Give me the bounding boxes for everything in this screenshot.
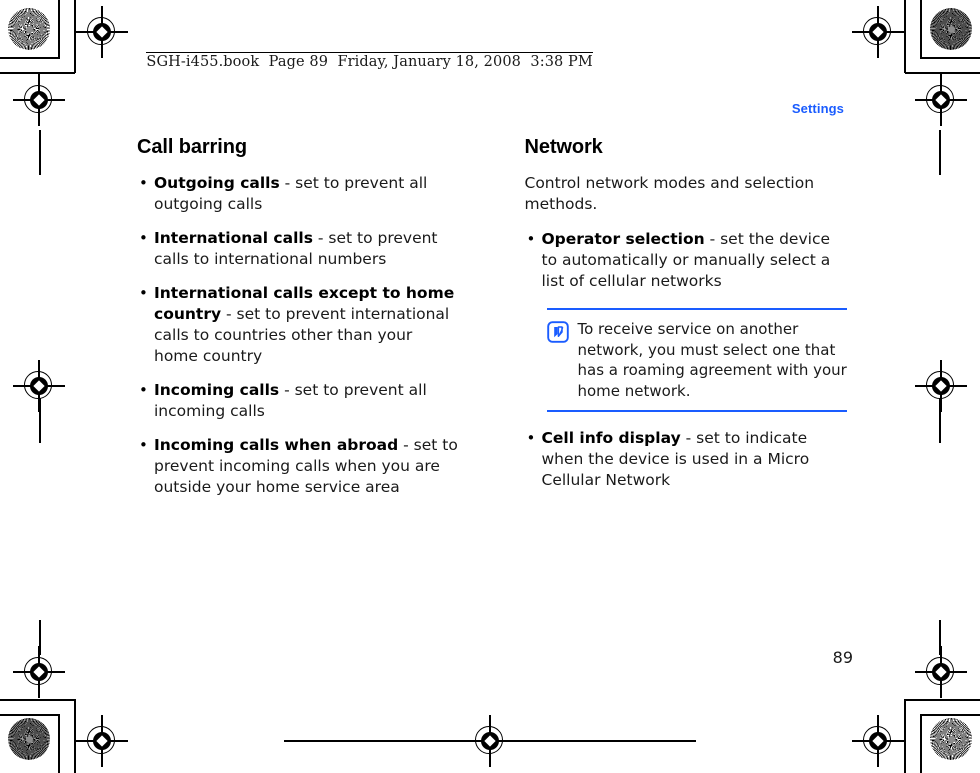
trim-tick-left-upper <box>39 130 41 175</box>
registration-mark-top-left-inner <box>13 74 65 126</box>
column-network: Network Control network modes and select… <box>524 136 848 498</box>
registration-mark-bottom-left-inner <box>13 646 65 698</box>
registration-mark-left-middle <box>13 360 65 412</box>
page-title-call-barring: Call barring <box>137 136 247 158</box>
list-item: International calls - set to prevent cal… <box>137 228 460 270</box>
list-item: Cell info display - set to indicate when… <box>525 428 848 491</box>
registration-mark-top-right <box>852 6 904 58</box>
trim-tick-right-upper <box>939 130 941 175</box>
page-content: Call barring Outgoing calls - set to pre… <box>137 136 847 498</box>
list-item-term: Incoming calls <box>154 381 280 399</box>
network-list-after-note: Cell info display - set to indicate when… <box>525 428 848 491</box>
list-item-term: Incoming calls when abroad <box>154 436 399 454</box>
registration-mark-bottom-right <box>852 715 904 767</box>
density-patch-bottom-left <box>8 718 50 760</box>
density-patch-top-left <box>8 8 50 50</box>
trim-line-bottom-right-v <box>920 714 922 773</box>
list-item-term: International calls <box>154 229 313 247</box>
registration-mark-bottom-center <box>284 715 696 767</box>
trim-line-top-right-v <box>920 0 922 58</box>
list-item-term: Outgoing calls <box>154 174 280 192</box>
book-file-header: SGH-i455.book Page 89 Friday, January 18… <box>137 36 593 70</box>
call-barring-list: Outgoing calls - set to prevent all outg… <box>137 173 460 498</box>
trim-line-top-right-h <box>920 57 980 59</box>
note-callout-text: To receive service on another network, y… <box>577 320 847 400</box>
trim-line-bottom-left-h2 <box>0 699 75 701</box>
trim-line-bottom-left-h <box>0 714 60 716</box>
registration-mark-right-middle <box>915 360 967 412</box>
list-item: Incoming calls - set to prevent all inco… <box>137 380 460 422</box>
list-item: Operator selection - set the device to a… <box>525 229 848 292</box>
page-number: 89 <box>832 648 853 667</box>
registration-mark-top-right-inner <box>915 74 967 126</box>
page-title-network: Network <box>524 136 603 158</box>
trim-line-top-right-v2 <box>904 0 906 73</box>
section-label: Settings <box>791 101 844 116</box>
trim-line-bottom-right-v2 <box>904 699 906 773</box>
list-item: Outgoing calls - set to prevent all outg… <box>137 173 460 215</box>
trim-line-bottom-right-h <box>920 714 980 716</box>
column-call-barring: Call barring Outgoing calls - set to pre… <box>137 136 460 498</box>
trim-line-bottom-left-v <box>58 714 60 773</box>
note-pen-icon <box>546 321 569 343</box>
trim-line-bottom-right-h2 <box>905 699 980 701</box>
network-intro-paragraph: Control network modes and selection meth… <box>524 174 815 213</box>
density-patch-top-right <box>930 8 972 50</box>
registration-mark-top-left <box>76 6 128 58</box>
network-list-before-note: Operator selection - set the device to a… <box>525 229 848 292</box>
list-item: International calls except to home count… <box>137 283 460 367</box>
density-patch-bottom-right <box>930 718 972 760</box>
note-callout: To receive service on another network, y… <box>546 308 847 412</box>
list-item-term: Cell info display <box>541 429 681 447</box>
trim-line-top-left-v <box>58 0 60 58</box>
registration-mark-bottom-right-inner <box>915 646 967 698</box>
list-item-term: Operator selection <box>541 230 705 248</box>
trim-line-top-left-h <box>0 57 60 59</box>
book-file-header-text: SGH-i455.book Page 89 Friday, January 18… <box>146 52 593 70</box>
list-item: Incoming calls when abroad - set to prev… <box>137 435 460 498</box>
registration-mark-bottom-left <box>76 715 128 767</box>
